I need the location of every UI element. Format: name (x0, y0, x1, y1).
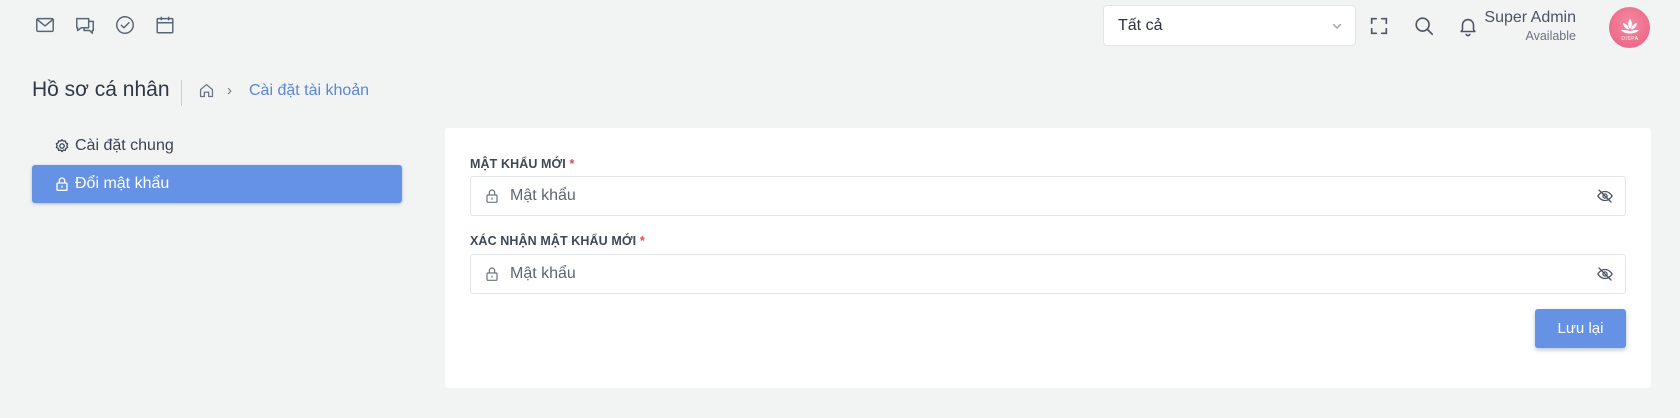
calendar-icon[interactable] (154, 14, 176, 36)
avatar[interactable]: DISPA (1609, 7, 1650, 48)
filter-select[interactable]: Tất cả (1103, 5, 1356, 46)
eye-off-icon[interactable] (1596, 187, 1614, 205)
home-icon[interactable] (198, 82, 215, 99)
user-name: Super Admin (1484, 9, 1576, 26)
sidebar-item-change-password[interactable]: Đổi mật khẩu (32, 165, 402, 203)
breadcrumb-current[interactable]: Cài đặt tài khoản (249, 82, 369, 100)
search-icon[interactable] (1413, 15, 1435, 37)
avatar-text: DISPA (1621, 36, 1638, 42)
sidebar-item-label: Đổi mật khẩu (75, 175, 170, 192)
filter-select-value: Tất cả (1118, 16, 1163, 34)
confirm-password-label-text: XÁC NHẬN MẬT KHẨU MỚI (470, 234, 637, 248)
gear-icon (54, 138, 70, 154)
page-title: Hồ sơ cá nhân (32, 78, 170, 101)
lotus-logo-icon: DISPA (1620, 18, 1639, 42)
new-password-input[interactable] (510, 187, 1596, 205)
user-menu[interactable]: Super Admin Available (1484, 8, 1576, 44)
lock-icon (54, 176, 70, 192)
save-button[interactable]: Lưu lại (1535, 309, 1626, 348)
change-password-form: MẬT KHẨU MỚI * XÁC NHẬN MẬT KHẨU MỚI * L… (445, 128, 1651, 388)
sidebar-item-label: Cài đặt chung (75, 137, 174, 154)
lock-icon (484, 188, 500, 204)
new-password-field[interactable] (470, 176, 1626, 216)
top-bar: Tất cả Super Admin Available DISPA (0, 0, 1680, 52)
chevron-down-icon (1331, 20, 1343, 32)
required-mark: * (639, 234, 645, 248)
mail-icon[interactable] (34, 14, 56, 36)
bell-icon[interactable] (1457, 15, 1479, 37)
confirm-password-label: XÁC NHẬN MẬT KHẨU MỚI * (470, 234, 645, 248)
new-password-label-text: MẬT KHẨU MỚI (470, 157, 566, 171)
settings-sidebar: Cài đặt chung Đổi mật khẩu (32, 127, 402, 203)
new-password-label: MẬT KHẨU MỚI * (470, 157, 574, 171)
confirm-password-input[interactable] (510, 265, 1596, 283)
lock-icon (484, 266, 500, 282)
eye-off-icon[interactable] (1596, 265, 1614, 283)
required-mark: * (569, 157, 575, 171)
confirm-password-field[interactable] (470, 254, 1626, 294)
chat-icon[interactable] (74, 14, 96, 36)
user-status: Available (1525, 29, 1576, 43)
fullscreen-icon[interactable] (1368, 15, 1390, 37)
check-circle-icon[interactable] (114, 14, 136, 36)
app-shortcuts (34, 14, 176, 36)
sidebar-item-general-settings[interactable]: Cài đặt chung (32, 127, 402, 165)
breadcrumb-separator: › (227, 82, 232, 99)
breadcrumb-divider (181, 80, 182, 106)
